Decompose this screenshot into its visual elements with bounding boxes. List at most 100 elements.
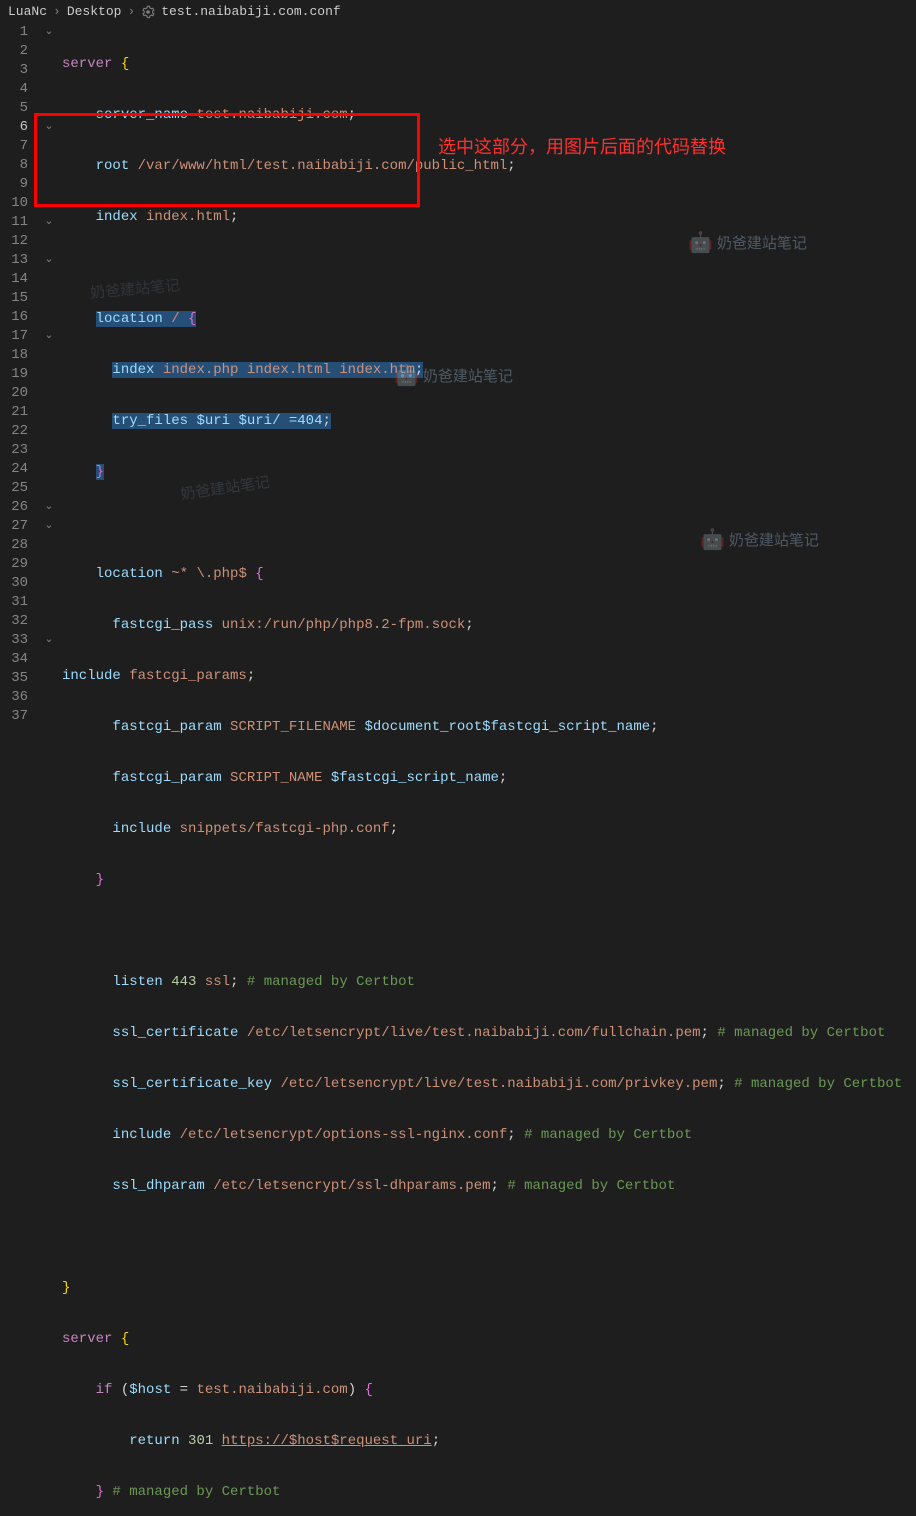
- code-token: $fastcgi_script_name: [331, 770, 499, 786]
- line-number[interactable]: 37: [0, 707, 32, 726]
- line-number[interactable]: 9: [0, 175, 32, 194]
- code-token: SCRIPT_NAME: [230, 770, 322, 786]
- code-token: ssl: [205, 974, 230, 990]
- code-comment: # managed by Certbot: [734, 1076, 902, 1092]
- line-number[interactable]: 15: [0, 289, 32, 308]
- line-number[interactable]: 4: [0, 80, 32, 99]
- code-token: if: [96, 1382, 113, 1398]
- line-number[interactable]: 30: [0, 574, 32, 593]
- code-token: unix:/run/php/php8.2-fpm.sock: [222, 617, 466, 633]
- code-token: location: [96, 566, 163, 582]
- fold-toggle[interactable]: ⌄: [40, 118, 58, 137]
- code-token: index: [96, 209, 138, 225]
- line-number[interactable]: 13: [0, 251, 32, 270]
- line-number[interactable]: 33: [0, 631, 32, 650]
- fold-toggle[interactable]: ⌄: [40, 498, 58, 517]
- gear-icon: [141, 5, 155, 19]
- breadcrumb: LuaNc › Desktop › test.naibabiji.com.con…: [0, 0, 916, 23]
- line-number[interactable]: 27: [0, 517, 32, 536]
- fold-gutter: ⌄ ⌄ ⌄ ⌄ ⌄ ⌄ ⌄ ⌄: [40, 23, 58, 757]
- code-token: 443: [171, 974, 196, 990]
- code-comment: # managed by Certbot: [112, 1484, 280, 1500]
- line-number[interactable]: 7: [0, 137, 32, 156]
- line-number[interactable]: 22: [0, 422, 32, 441]
- code-token: /etc/letsencrypt/live/test.naibabiji.com…: [247, 1025, 701, 1041]
- code-token: test.naibabiji.com: [196, 107, 347, 123]
- code-token: index: [112, 362, 154, 378]
- line-number[interactable]: 2: [0, 42, 32, 61]
- fold-toggle[interactable]: ⌄: [40, 23, 58, 42]
- line-number[interactable]: 20: [0, 384, 32, 403]
- line-number[interactable]: 5: [0, 99, 32, 118]
- line-number[interactable]: 19: [0, 365, 32, 384]
- code-token: server: [62, 56, 112, 72]
- line-number-active[interactable]: 6: [0, 118, 32, 137]
- code-token: /var/www/html/test.naibabiji.com/public_…: [138, 158, 508, 174]
- code-token: fastcgi_params: [129, 668, 247, 684]
- line-number[interactable]: 36: [0, 688, 32, 707]
- fold-toggle[interactable]: ⌄: [40, 517, 58, 536]
- fold-toggle[interactable]: ⌄: [40, 327, 58, 346]
- code-token: SCRIPT_FILENAME: [230, 719, 356, 735]
- code-token: include: [62, 668, 121, 684]
- code-token: fastcgi_param: [112, 719, 221, 735]
- line-number[interactable]: 14: [0, 270, 32, 289]
- code-token: ssl_certificate_key: [112, 1076, 272, 1092]
- code-token: $document_root$fastcgi_script_name: [364, 719, 650, 735]
- code-token: fastcgi_param: [112, 770, 221, 786]
- line-number[interactable]: 23: [0, 441, 32, 460]
- code-token: /: [171, 311, 179, 327]
- code-token: /etc/letsencrypt/live/test.naibabiji.com…: [280, 1076, 717, 1092]
- code-token: $uri $uri/ =404: [196, 413, 322, 429]
- line-number[interactable]: 3: [0, 61, 32, 80]
- line-number[interactable]: 34: [0, 650, 32, 669]
- code-token: ssl_certificate: [112, 1025, 238, 1041]
- code-token: ~* \.php$: [171, 566, 247, 582]
- line-number[interactable]: 21: [0, 403, 32, 422]
- fold-toggle[interactable]: ⌄: [40, 213, 58, 232]
- code-token: return: [129, 1433, 179, 1449]
- line-number[interactable]: 26: [0, 498, 32, 517]
- line-number[interactable]: 12: [0, 232, 32, 251]
- line-number[interactable]: 11: [0, 213, 32, 232]
- line-number[interactable]: 31: [0, 593, 32, 612]
- line-number[interactable]: 17: [0, 327, 32, 346]
- code-token: include: [112, 821, 171, 837]
- code-token: $host: [129, 1382, 171, 1398]
- code-token: include: [112, 1127, 171, 1143]
- code-comment: # managed by Certbot: [247, 974, 415, 990]
- code-token: ssl_dhparam: [112, 1178, 204, 1194]
- annotation-text: 选中这部分，用图片后面的代码替换: [438, 133, 726, 159]
- code-comment: # managed by Certbot: [524, 1127, 692, 1143]
- code-token: =: [180, 1382, 188, 1398]
- breadcrumb-item[interactable]: Desktop: [67, 4, 122, 19]
- code-token: /etc/letsencrypt/ssl-dhparams.pem: [213, 1178, 490, 1194]
- line-number[interactable]: 25: [0, 479, 32, 498]
- code-comment: # managed by Certbot: [507, 1178, 675, 1194]
- code-token: test.naibabiji.com: [196, 1382, 347, 1398]
- code-token: snippets/fastcgi-php.conf: [180, 821, 390, 837]
- line-number[interactable]: 18: [0, 346, 32, 365]
- line-number[interactable]: 1: [0, 23, 32, 42]
- code-token: 301: [188, 1433, 213, 1449]
- line-number[interactable]: 29: [0, 555, 32, 574]
- line-number[interactable]: 10: [0, 194, 32, 213]
- code-token: server_name: [96, 107, 188, 123]
- code-token: /etc/letsencrypt/options-ssl-nginx.conf: [180, 1127, 508, 1143]
- line-number[interactable]: 35: [0, 669, 32, 688]
- breadcrumb-item-current[interactable]: test.naibabiji.com.conf: [161, 4, 340, 19]
- breadcrumb-item[interactable]: LuaNc: [8, 4, 47, 19]
- chevron-right-icon: ›: [127, 4, 135, 19]
- fold-toggle[interactable]: ⌄: [40, 631, 58, 650]
- fold-toggle[interactable]: ⌄: [40, 251, 58, 270]
- line-number-gutter: 1 2 3 4 5 6 7 8 9 10 11 12 13 14 15 16 1…: [0, 23, 40, 757]
- code-token: index.php index.html index.htm: [163, 362, 415, 378]
- line-number[interactable]: 8: [0, 156, 32, 175]
- code-token: fastcgi_pass: [112, 617, 213, 633]
- line-number[interactable]: 16: [0, 308, 32, 327]
- code-token: listen: [112, 974, 162, 990]
- line-number[interactable]: 24: [0, 460, 32, 479]
- line-number[interactable]: 32: [0, 612, 32, 631]
- line-number[interactable]: 28: [0, 536, 32, 555]
- code-token: https://$host$request_uri: [222, 1433, 432, 1449]
